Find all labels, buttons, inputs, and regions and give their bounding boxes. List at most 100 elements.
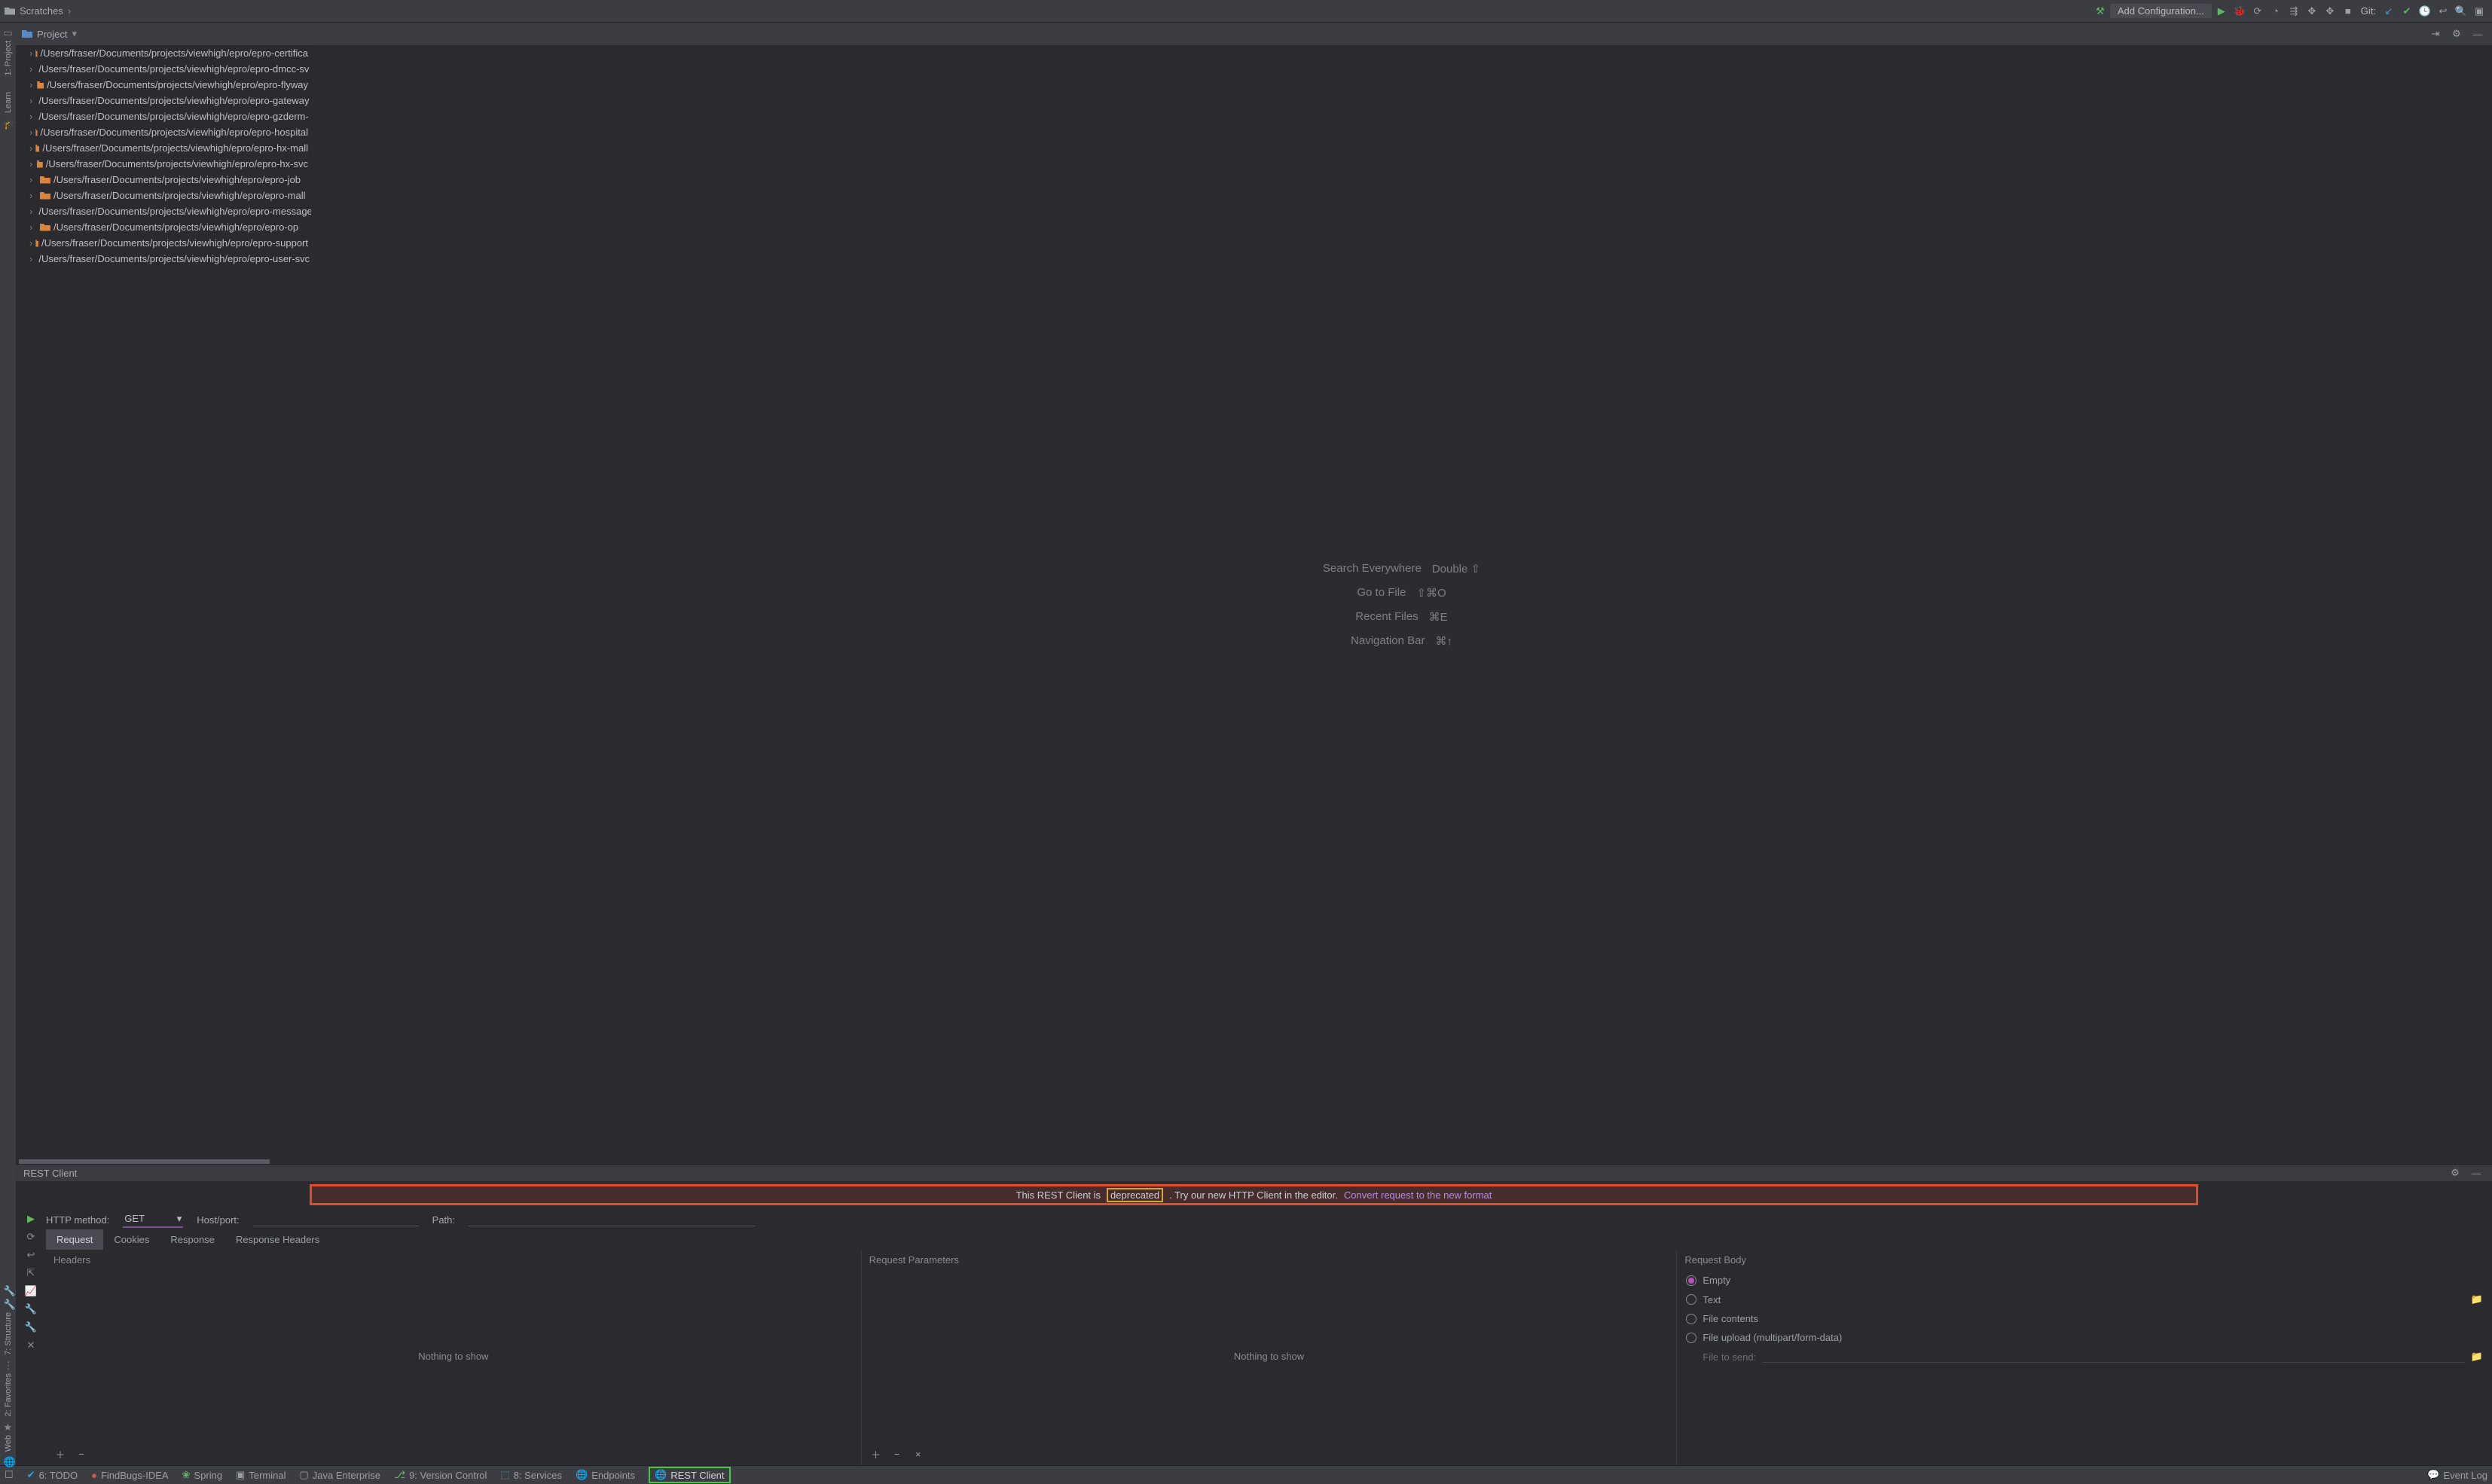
- project-title[interactable]: Project: [37, 29, 67, 40]
- tree-row[interactable]: ›/Users/fraser/Documents/projects/viewhi…: [16, 251, 311, 267]
- chevron-right-icon[interactable]: ›: [29, 47, 32, 59]
- radio-icon[interactable]: [1686, 1314, 1696, 1324]
- add-icon[interactable]: ＋: [868, 1446, 884, 1462]
- radio-text[interactable]: Text 📁: [1686, 1293, 2483, 1305]
- profile-icon[interactable]: ◔: [2268, 3, 2284, 20]
- gutter-favorites[interactable]: 2: Favorites: [4, 1373, 13, 1416]
- bb-endpoints[interactable]: 🌐Endpoints: [576, 1469, 635, 1481]
- gear-icon[interactable]: ⚙: [2448, 26, 2465, 42]
- panel-icon[interactable]: ▣: [2471, 3, 2487, 20]
- chevron-right-icon[interactable]: ›: [29, 174, 37, 185]
- radio-icon[interactable]: [1686, 1333, 1696, 1343]
- bb-todo[interactable]: ✔6: TODO: [27, 1469, 78, 1481]
- gear-icon[interactable]: ⚙: [2447, 1165, 2463, 1181]
- tree-row[interactable]: ›/Users/fraser/Documents/projects/viewhi…: [16, 108, 311, 124]
- tree-row[interactable]: ›/Users/fraser/Documents/projects/viewhi…: [16, 77, 311, 93]
- gutter-structure[interactable]: 7: Structure: [4, 1312, 13, 1355]
- update-icon[interactable]: ↙: [2381, 3, 2397, 20]
- tree-row[interactable]: ›/Users/fraser/Documents/projects/viewhi…: [16, 45, 311, 61]
- bb-terminal[interactable]: ▣Terminal: [236, 1469, 286, 1481]
- back-icon[interactable]: ↩: [27, 1249, 35, 1261]
- bb-services[interactable]: ⬚8: Services: [500, 1469, 562, 1481]
- chevron-down-icon[interactable]: ▾: [72, 28, 77, 40]
- attach-icon[interactable]: ✥: [2304, 3, 2320, 20]
- add-configuration-button[interactable]: Add Configuration...: [2110, 4, 2212, 18]
- graph-icon[interactable]: 📈: [25, 1285, 37, 1297]
- wrench-icon[interactable]: 🔧: [25, 1303, 37, 1315]
- wrench2-icon[interactable]: 🔧: [25, 1321, 37, 1333]
- box-icon[interactable]: ▭: [4, 27, 13, 36]
- tree-row[interactable]: ›/Users/fraser/Documents/projects/viewhi…: [16, 124, 311, 140]
- commit-icon[interactable]: ✔: [2399, 3, 2415, 20]
- chevron-right-icon[interactable]: ›: [29, 206, 32, 217]
- gutter-web[interactable]: Web: [4, 1435, 13, 1452]
- chevron-right-icon[interactable]: ›: [29, 95, 32, 106]
- wrench2-icon[interactable]: 🔧: [4, 1299, 13, 1308]
- cap-icon[interactable]: 🎓: [4, 118, 13, 127]
- tab-cookies[interactable]: Cookies: [103, 1229, 160, 1250]
- star-icon[interactable]: ★: [4, 1421, 13, 1431]
- bb-event-log[interactable]: 💬Event Log: [2427, 1469, 2487, 1481]
- http-method-select[interactable]: GET ▾: [123, 1211, 183, 1228]
- collapse-icon[interactable]: ⇥: [2427, 26, 2444, 42]
- folder-icon[interactable]: 📁: [2471, 1351, 2483, 1363]
- chevron-right-icon[interactable]: ›: [29, 111, 32, 122]
- minimize-icon[interactable]: —: [2469, 26, 2486, 42]
- bb-rest-client[interactable]: 🌐REST Client: [649, 1467, 730, 1483]
- tree-row[interactable]: ›/Users/fraser/Documents/projects/viewhi…: [16, 203, 311, 219]
- debug-icon[interactable]: 🐞: [2231, 3, 2248, 20]
- host-input[interactable]: [253, 1213, 419, 1226]
- chevron-right-icon[interactable]: ›: [29, 221, 37, 233]
- bb-findbugs[interactable]: ●FindBugs-IDEA: [91, 1470, 168, 1481]
- radio-empty[interactable]: Empty: [1686, 1275, 2483, 1286]
- tree-row[interactable]: ›/Users/fraser/Documents/projects/viewhi…: [16, 188, 311, 203]
- wrench-icon[interactable]: 🔧: [4, 1285, 13, 1294]
- globe-icon[interactable]: 🌐: [4, 1456, 13, 1465]
- breadcrumb[interactable]: Scratches ›: [5, 5, 71, 17]
- remove-icon[interactable]: −: [889, 1446, 905, 1462]
- radio-file-upload[interactable]: File upload (multipart/form-data): [1686, 1332, 2483, 1343]
- folder-icon[interactable]: 📁: [2471, 1293, 2483, 1305]
- coverage-icon[interactable]: ⟳: [2249, 3, 2266, 20]
- concurrent-icon[interactable]: ⇶: [2286, 3, 2302, 20]
- reload-icon[interactable]: ⟳: [27, 1231, 35, 1243]
- project-tree[interactable]: ›/Users/fraser/Documents/projects/viewhi…: [16, 45, 311, 1164]
- tree-row[interactable]: ›/Users/fraser/Documents/projects/viewhi…: [16, 235, 311, 251]
- radio-icon[interactable]: [1686, 1294, 1696, 1305]
- tree-row[interactable]: ›/Users/fraser/Documents/projects/viewhi…: [16, 156, 311, 172]
- hammer-icon[interactable]: ⚒: [2092, 3, 2109, 20]
- chevron-right-icon[interactable]: ›: [29, 253, 32, 264]
- tab-response-headers[interactable]: Response Headers: [225, 1229, 330, 1250]
- bb-spring[interactable]: ❀Spring: [182, 1469, 222, 1481]
- history-icon[interactable]: 🕓: [2417, 3, 2433, 20]
- tree-row[interactable]: ›/Users/fraser/Documents/projects/viewhi…: [16, 140, 311, 156]
- attach2-icon[interactable]: ✥: [2322, 3, 2338, 20]
- chevron-right-icon[interactable]: ›: [29, 142, 32, 154]
- path-input[interactable]: [469, 1213, 755, 1226]
- radio-file-contents[interactable]: File contents: [1686, 1313, 2483, 1324]
- chevron-right-icon[interactable]: ›: [29, 63, 32, 75]
- chevron-right-icon[interactable]: ›: [29, 127, 32, 138]
- add-icon[interactable]: ＋: [52, 1446, 69, 1462]
- chevron-right-icon[interactable]: ›: [29, 190, 37, 201]
- bb-toolwindow-icon[interactable]: ☐: [5, 1469, 14, 1481]
- run-icon[interactable]: ▶: [27, 1213, 35, 1225]
- breadcrumb-item[interactable]: Scratches: [20, 5, 63, 17]
- minimize-icon[interactable]: —: [2468, 1165, 2484, 1181]
- convert-link[interactable]: Convert request to the new format: [1344, 1189, 1492, 1201]
- tab-response[interactable]: Response: [160, 1229, 225, 1250]
- file-input[interactable]: [1762, 1351, 2465, 1363]
- stop-icon[interactable]: ■: [2340, 3, 2356, 20]
- rollback-icon[interactable]: ↩: [2435, 3, 2451, 20]
- tree-row[interactable]: ›/Users/fraser/Documents/projects/viewhi…: [16, 219, 311, 235]
- chevron-right-icon[interactable]: ›: [29, 237, 32, 249]
- close-icon[interactable]: ✕: [27, 1339, 35, 1351]
- bb-vcs[interactable]: ⎇9: Version Control: [394, 1469, 487, 1481]
- chevron-right-icon[interactable]: ›: [29, 158, 34, 169]
- close-icon[interactable]: ×: [910, 1446, 927, 1462]
- tree-row[interactable]: ›/Users/fraser/Documents/projects/viewhi…: [16, 93, 311, 108]
- export-icon[interactable]: ⇱: [27, 1267, 35, 1279]
- tab-request[interactable]: Request: [46, 1229, 103, 1250]
- gutter-learn[interactable]: Learn: [4, 92, 13, 113]
- gutter-project[interactable]: 1: Project: [4, 41, 13, 75]
